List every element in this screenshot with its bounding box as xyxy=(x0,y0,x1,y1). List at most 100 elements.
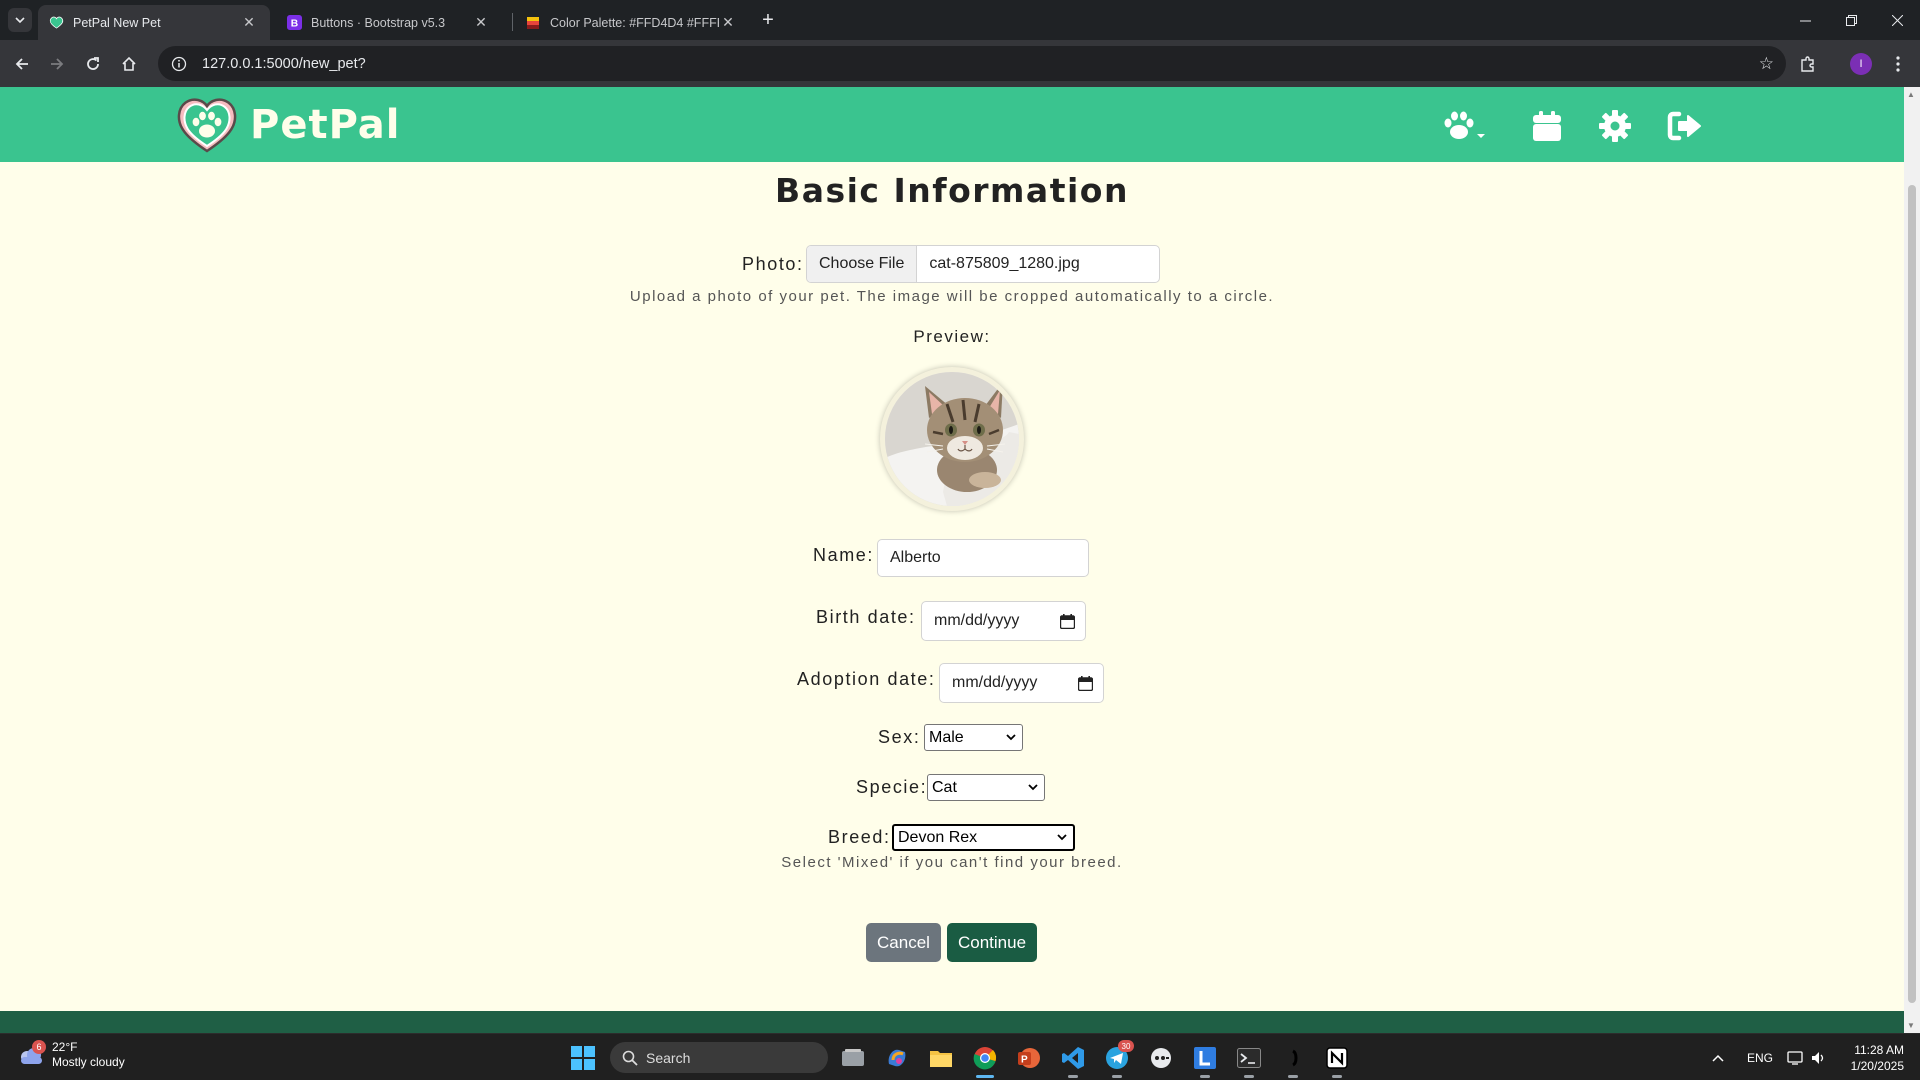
adoption-date-label: Adoption date: xyxy=(797,669,936,689)
sex-select[interactable]: Male xyxy=(924,724,1023,751)
calendar-picker-icon[interactable] xyxy=(1060,613,1075,629)
copilot-app[interactable] xyxy=(882,1043,912,1073)
photo-file-input[interactable]: Choose File cat-875809_1280.jpg xyxy=(806,245,1160,283)
vscode-app[interactable] xyxy=(1058,1043,1088,1078)
sex-selected-value: Male xyxy=(929,728,964,746)
search-placeholder: Search xyxy=(646,1049,691,1066)
weather-widget[interactable]: 6 22°F Mostly cloudy xyxy=(16,1040,125,1070)
settings-button[interactable] xyxy=(1597,109,1633,143)
chevron-down-icon xyxy=(1057,834,1067,841)
weather-alert-badge: 6 xyxy=(32,1040,46,1054)
running-app-indicator xyxy=(1288,1075,1298,1078)
minimize-button[interactable] xyxy=(1782,0,1828,40)
tab-title: PetPal New Pet xyxy=(73,15,161,30)
breed-label: Breed: xyxy=(828,827,891,847)
extensions-button[interactable] xyxy=(1794,50,1822,78)
svg-text:P: P xyxy=(1021,1055,1028,1066)
show-hidden-icons-button[interactable] xyxy=(1712,1034,1724,1080)
lightshot-app[interactable] xyxy=(1190,1043,1220,1078)
brand-name: PetPal xyxy=(250,102,401,148)
vscode-icon xyxy=(1062,1047,1084,1069)
tab-color-palette[interactable]: Color Palette: #FFD4D4 #FFFFE ✕ xyxy=(515,5,749,40)
chat-bubble-icon xyxy=(1151,1048,1171,1068)
folder-icon xyxy=(930,1051,952,1067)
running-app-indicator xyxy=(1068,1075,1078,1078)
page-viewport: PetPal Basic Information Photo: Choose F… xyxy=(0,87,1904,1033)
home-icon xyxy=(122,56,136,71)
scroll-down-icon[interactable]: ▼ xyxy=(1907,1021,1915,1030)
reload-button[interactable] xyxy=(79,50,107,78)
system-clock[interactable]: 11:28 AM 1/20/2025 xyxy=(1838,1042,1904,1074)
calendar-picker-icon[interactable] xyxy=(1078,675,1093,691)
browser-menu-button[interactable] xyxy=(1884,50,1912,78)
selected-file-name: cat-875809_1280.jpg xyxy=(929,255,1080,272)
reload-icon xyxy=(87,57,99,70)
network-icon[interactable] xyxy=(1787,1034,1805,1080)
new-tab-button[interactable]: + xyxy=(756,8,780,32)
profile-button[interactable]: I xyxy=(1847,50,1875,78)
powerpoint-app[interactable]: P xyxy=(1014,1043,1044,1073)
specie-label: Specie: xyxy=(856,777,928,797)
taskbar-search[interactable]: Search xyxy=(610,1042,828,1073)
back-button[interactable] xyxy=(8,50,36,78)
close-tab-icon[interactable]: ✕ xyxy=(240,14,258,32)
tab-separator xyxy=(512,13,513,31)
forward-button[interactable] xyxy=(43,50,71,78)
puzzle-icon xyxy=(1801,56,1814,72)
calendar-button[interactable] xyxy=(1529,109,1565,143)
language-indicator[interactable]: ENG xyxy=(1747,1034,1773,1080)
scrollbar-thumb[interactable] xyxy=(1908,185,1916,1003)
telegram-app[interactable]: 30 xyxy=(1102,1040,1134,1078)
active-app-indicator xyxy=(976,1075,994,1078)
breed-select[interactable]: Devon Rex xyxy=(892,824,1075,851)
choose-file-button[interactable]: Choose File xyxy=(807,246,918,282)
tab-petpal-new-pet[interactable]: PetPal New Pet ✕ xyxy=(38,5,270,40)
chevron-down-icon xyxy=(1028,784,1038,791)
adoption-date-input[interactable]: mm/dd/yyyy xyxy=(939,663,1104,703)
running-app-indicator xyxy=(1112,1075,1122,1078)
volume-icon[interactable] xyxy=(1810,1034,1826,1080)
address-bar[interactable]: 127.0.0.1:5000/new_pet? ☆ xyxy=(158,46,1786,81)
close-tab-icon[interactable]: ✕ xyxy=(719,14,737,32)
birth-date-input[interactable]: mm/dd/yyyy xyxy=(921,601,1086,641)
chrome-app[interactable] xyxy=(970,1043,1000,1078)
chrome-icon xyxy=(973,1047,997,1070)
tab-title: Buttons · Bootstrap v5.3 xyxy=(311,15,446,30)
restore-icon xyxy=(1845,14,1857,26)
restore-button[interactable] xyxy=(1828,0,1874,40)
notion-icon xyxy=(1326,1047,1348,1069)
notion-app[interactable] xyxy=(1322,1043,1352,1078)
file-explorer-app[interactable] xyxy=(926,1043,956,1073)
task-view-app[interactable] xyxy=(838,1043,868,1073)
page-scrollbar[interactable]: ▲ ▼ xyxy=(1904,87,1920,1033)
bookmark-star-icon[interactable]: ☆ xyxy=(1759,54,1774,74)
chat-app[interactable] xyxy=(1146,1043,1176,1073)
close-tab-icon[interactable]: ✕ xyxy=(472,14,490,32)
tab-search-button[interactable] xyxy=(8,8,32,32)
terminal-app[interactable] xyxy=(1234,1043,1264,1078)
cancel-button[interactable]: Cancel xyxy=(866,923,941,962)
home-button[interactable] xyxy=(115,50,143,78)
start-button[interactable] xyxy=(571,1046,595,1070)
scroll-up-icon[interactable]: ▲ xyxy=(1907,90,1915,99)
logout-button[interactable] xyxy=(1667,109,1703,143)
site-info-icon[interactable] xyxy=(164,49,194,79)
close-window-button[interactable] xyxy=(1874,0,1920,40)
weather-temperature: 22°F xyxy=(52,1040,78,1054)
palette-favicon-icon xyxy=(525,15,541,31)
pycharm-app[interactable] xyxy=(1278,1043,1308,1078)
specie-selected-value: Cat xyxy=(932,778,957,796)
pets-menu-button[interactable] xyxy=(1441,109,1489,143)
tab-bootstrap-buttons[interactable]: B Buttons · Bootstrap v5.3 ✕ xyxy=(276,5,502,40)
name-input[interactable]: Alberto xyxy=(877,539,1089,577)
kebab-menu-icon xyxy=(1896,56,1900,72)
paw-menu-icon xyxy=(1444,111,1485,139)
tab-title: Color Palette: #FFD4D4 #FFFFE xyxy=(550,15,719,30)
url-text: 127.0.0.1:5000/new_pet? xyxy=(202,55,366,72)
cat-photo-image xyxy=(885,372,1019,506)
continue-button[interactable]: Continue xyxy=(947,923,1037,962)
specie-select[interactable]: Cat xyxy=(927,774,1045,801)
brand-link[interactable]: PetPal xyxy=(176,95,401,155)
photo-label: Photo: xyxy=(742,254,804,274)
search-icon xyxy=(622,1050,638,1066)
